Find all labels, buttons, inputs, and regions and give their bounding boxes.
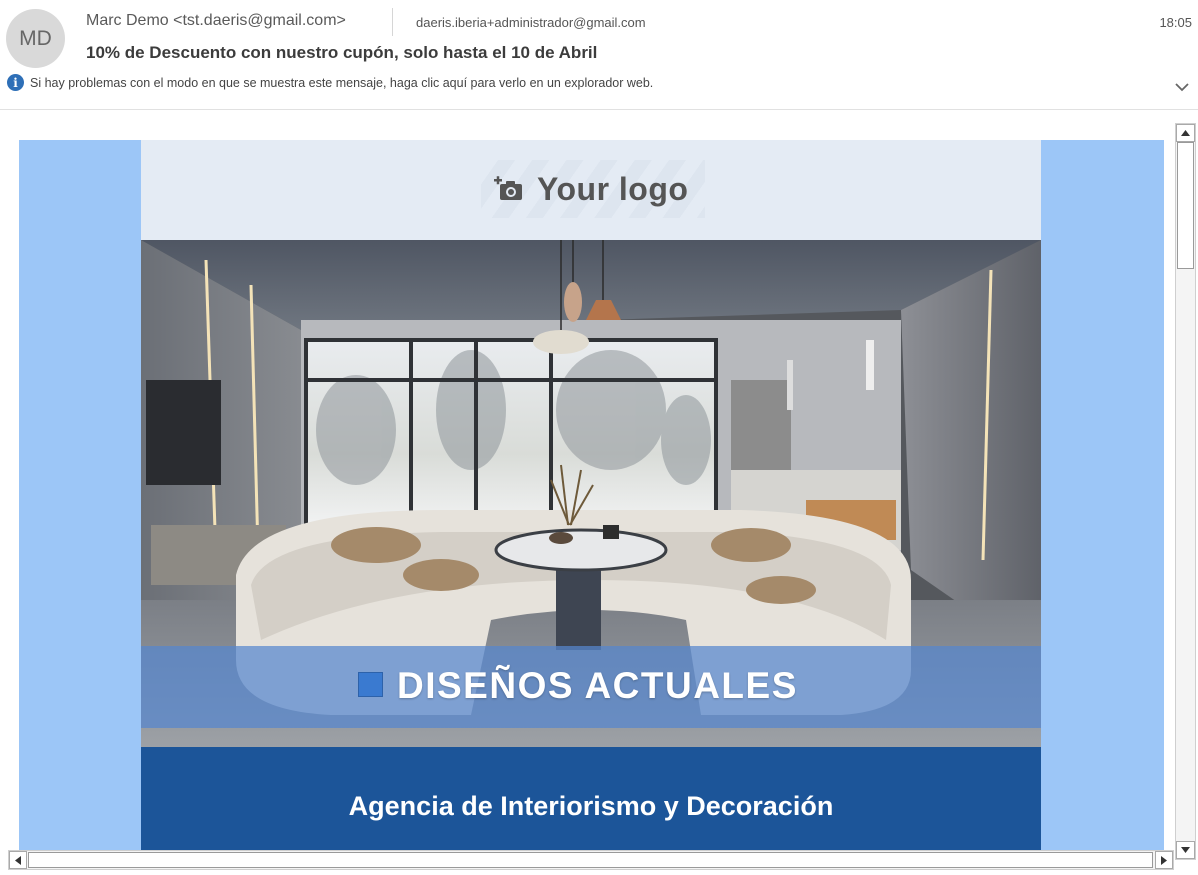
arrow-right-icon[interactable] bbox=[1155, 851, 1173, 869]
vertical-scrollbar[interactable] bbox=[1175, 123, 1196, 860]
view-in-browser-link[interactable]: Si hay problemas con el modo en que se m… bbox=[30, 76, 653, 90]
agency-title: Agencia de Interiorismo y Decoración bbox=[348, 791, 834, 821]
sender-address[interactable]: Marc Demo <tst.daeris@gmail.com> bbox=[86, 12, 346, 30]
camera-plus-icon bbox=[494, 176, 522, 200]
arrow-left-icon[interactable] bbox=[9, 851, 27, 869]
message-body: Your logo DISEÑOS ACTUALES Agencia de In… bbox=[0, 111, 1198, 875]
logo-header: Your logo bbox=[141, 140, 1041, 240]
hero-title: DISEÑOS ACTUALES bbox=[397, 665, 798, 706]
message-header: MD Marc Demo <tst.daeris@gmail.com> daer… bbox=[0, 0, 1198, 110]
hero-image[interactable]: DISEÑOS ACTUALES bbox=[141, 240, 1041, 747]
horizontal-scroll-thumb[interactable] bbox=[28, 852, 1153, 868]
info-icon: i bbox=[7, 74, 24, 91]
arrow-up-icon[interactable] bbox=[1176, 124, 1195, 142]
message-subject: 10% de Descuento con nuestro cupón, solo… bbox=[86, 43, 598, 62]
header-divider bbox=[392, 8, 393, 36]
avatar[interactable]: MD bbox=[6, 9, 65, 68]
horizontal-scrollbar[interactable] bbox=[8, 850, 1174, 870]
vertical-scroll-thumb[interactable] bbox=[1177, 142, 1194, 269]
logo-text: Your logo bbox=[537, 171, 689, 207]
agency-banner: Agencia de Interiorismo y Decoración bbox=[141, 747, 1041, 850]
email-content: Your logo DISEÑOS ACTUALES Agencia de In… bbox=[141, 140, 1041, 850]
arrow-down-icon[interactable] bbox=[1176, 841, 1195, 859]
chevron-down-icon[interactable] bbox=[1174, 80, 1190, 94]
sent-time: 18:05 bbox=[1159, 15, 1192, 30]
recipient-address[interactable]: daeris.iberia+administrador@gmail.com bbox=[416, 15, 646, 30]
hero-accent-square bbox=[358, 672, 383, 697]
email-outer-background: Your logo DISEÑOS ACTUALES Agencia de In… bbox=[19, 140, 1164, 850]
